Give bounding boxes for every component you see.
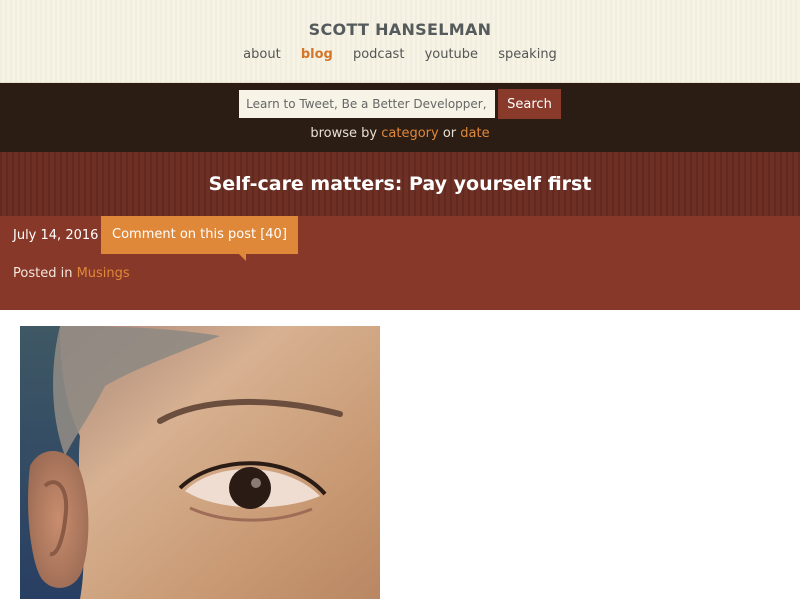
post-meta-row: July 14, 2016 Comment on this post [40] <box>0 216 800 261</box>
post-date: July 14, 2016 <box>13 227 99 243</box>
posted-in: Posted in Musings <box>0 266 800 281</box>
search-band: Search browse by category or date <box>0 83 800 152</box>
search-form: Search <box>0 89 800 119</box>
category-link[interactable]: Musings <box>77 266 130 281</box>
nav-item-speaking[interactable]: speaking <box>498 47 557 62</box>
site-header: SCOTT HANSELMAN about blog podcast youtu… <box>0 0 800 83</box>
close-up-eye-photo <box>20 326 380 599</box>
browse-date-link[interactable]: date <box>460 126 489 141</box>
browse-or: or <box>442 126 457 141</box>
nav-item-podcast[interactable]: podcast <box>353 47 404 62</box>
main-nav: about blog podcast youtube speaking <box>0 47 800 62</box>
post-title-band: Self-care matters: Pay yourself first <box>0 152 800 216</box>
posted-in-prefix: Posted in <box>13 266 73 281</box>
browse-category-link[interactable]: category <box>381 126 438 141</box>
nav-item-blog[interactable]: blog <box>301 47 333 62</box>
site-title-link[interactable]: SCOTT HANSELMAN <box>309 20 492 39</box>
nav-item-about[interactable]: about <box>243 47 281 62</box>
post-content <box>0 310 800 599</box>
post-meta-band: July 14, 2016 Comment on this post [40] … <box>0 216 800 310</box>
search-button[interactable]: Search <box>498 89 561 119</box>
post-image <box>20 326 380 599</box>
post-title: Self-care matters: Pay yourself first <box>208 173 592 195</box>
nav-item-youtube[interactable]: youtube <box>425 47 478 62</box>
comment-link[interactable]: Comment on this post [40] <box>101 216 298 261</box>
browse-prefix: browse by <box>310 126 378 141</box>
browse-links: browse by category or date <box>0 126 800 141</box>
search-input[interactable] <box>239 90 496 118</box>
